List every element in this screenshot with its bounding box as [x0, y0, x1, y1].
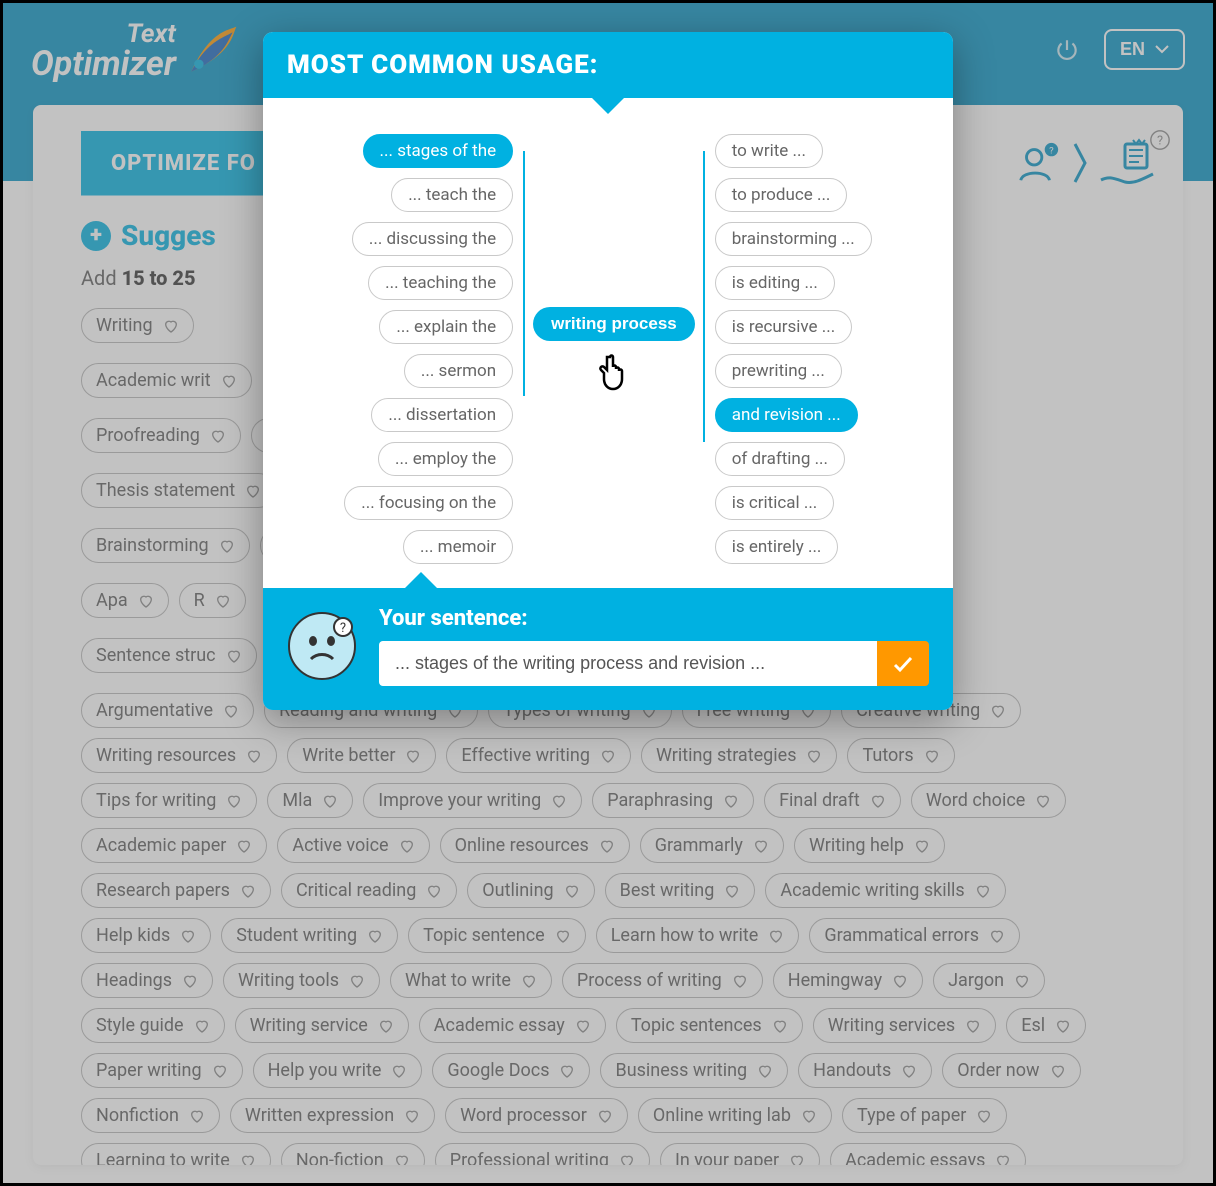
sentence-input[interactable]: [379, 641, 877, 686]
modal-overlay[interactable]: MOST COMMON USAGE: ... stages of the... …: [3, 3, 1213, 1183]
left-phrase-chip[interactable]: ... sermon: [404, 354, 513, 388]
modal-footer: ? Your sentence:: [263, 588, 953, 710]
svg-text:?: ?: [340, 621, 346, 636]
center-column: writing process: [533, 134, 695, 564]
center-term-chip[interactable]: writing process: [533, 307, 695, 341]
left-phrase-chip[interactable]: ... discussing the: [352, 222, 513, 256]
confirm-sentence-button[interactable]: [877, 641, 929, 686]
right-phrase-chip[interactable]: of drafting ...: [715, 442, 845, 476]
thinking-face-icon: ?: [287, 611, 357, 681]
right-phrase-chip[interactable]: is entirely ...: [715, 530, 839, 564]
right-phrase-chip[interactable]: is recursive ...: [715, 310, 853, 344]
cursor-hand-icon: [596, 351, 632, 391]
modal-title: MOST COMMON USAGE:: [263, 32, 953, 98]
right-phrase-chip[interactable]: prewriting ...: [715, 354, 842, 388]
sentence-label: Your sentence:: [379, 606, 929, 631]
left-phrase-chip[interactable]: ... teaching the: [368, 266, 513, 300]
right-phrase-chip[interactable]: to write ...: [715, 134, 823, 168]
right-phrases-column: to write ... to produce ... brainstorming …: [715, 134, 872, 564]
right-phrase-chip[interactable]: to produce ...: [715, 178, 848, 212]
right-phrase-chip[interactable]: brainstorming ...: [715, 222, 872, 256]
left-phrase-chip[interactable]: ... memoir: [403, 530, 513, 564]
left-phrase-chip[interactable]: ... teach the: [391, 178, 513, 212]
left-phrase-chip[interactable]: ... focusing on the: [344, 486, 513, 520]
check-icon: [892, 653, 914, 675]
left-phrase-chip[interactable]: ... employ the: [378, 442, 513, 476]
right-phrase-chip[interactable]: is critical ...: [715, 486, 835, 520]
left-phrase-chip[interactable]: ... explain the: [379, 310, 513, 344]
right-phrase-chip[interactable]: and revision ...: [715, 398, 858, 432]
left-phrase-chip[interactable]: ... stages of the: [363, 134, 514, 168]
modal-body: ... stages of the ... teach the ... discus…: [263, 98, 953, 588]
usage-modal: MOST COMMON USAGE: ... stages of the... …: [263, 32, 953, 710]
left-phrase-chip[interactable]: ... dissertation: [371, 398, 513, 432]
right-phrase-chip[interactable]: is editing ...: [715, 266, 835, 300]
left-phrases-column: ... stages of the ... teach the ... discus…: [344, 134, 513, 564]
